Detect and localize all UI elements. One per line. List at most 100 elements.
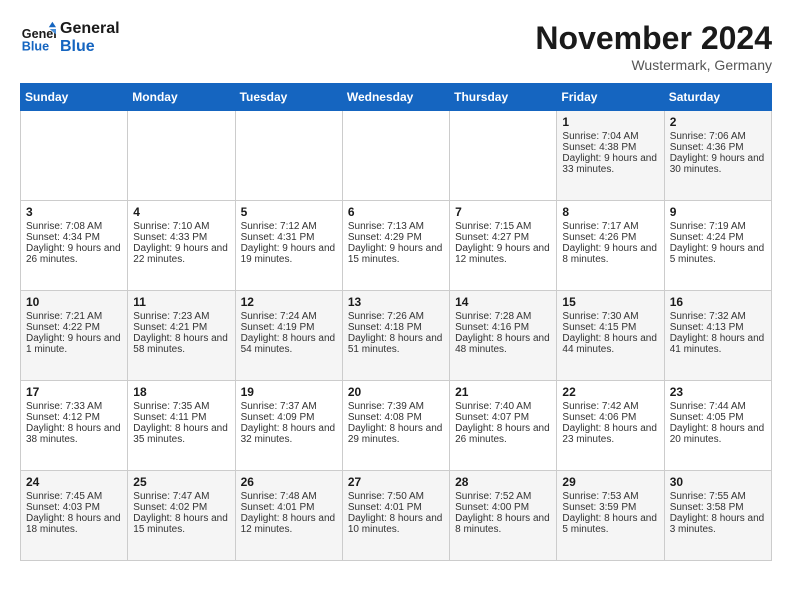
day-info: Sunset: 4:07 PM — [455, 412, 551, 423]
day-info: Sunset: 4:00 PM — [455, 502, 551, 513]
calendar-cell: 30Sunrise: 7:55 AMSunset: 3:58 PMDayligh… — [664, 471, 771, 561]
calendar-cell: 24Sunrise: 7:45 AMSunset: 4:03 PMDayligh… — [21, 471, 128, 561]
day-info: Daylight: 9 hours and 22 minutes. — [133, 243, 229, 265]
calendar-cell: 10Sunrise: 7:21 AMSunset: 4:22 PMDayligh… — [21, 291, 128, 381]
day-number: 19 — [241, 385, 337, 399]
day-info: Daylight: 9 hours and 30 minutes. — [670, 153, 766, 175]
day-info: Sunset: 4:01 PM — [241, 502, 337, 513]
day-info: Sunset: 4:33 PM — [133, 232, 229, 243]
day-number: 8 — [562, 205, 658, 219]
day-info: Sunset: 4:38 PM — [562, 142, 658, 153]
calendar-cell — [21, 111, 128, 201]
col-header-sunday: Sunday — [21, 84, 128, 111]
day-number: 9 — [670, 205, 766, 219]
calendar-cell: 18Sunrise: 7:35 AMSunset: 4:11 PMDayligh… — [128, 381, 235, 471]
day-number: 29 — [562, 475, 658, 489]
day-info: Daylight: 8 hours and 48 minutes. — [455, 333, 551, 355]
logo-line1: General — [60, 20, 120, 38]
calendar-cell: 8Sunrise: 7:17 AMSunset: 4:26 PMDaylight… — [557, 201, 664, 291]
day-info: Sunset: 3:59 PM — [562, 502, 658, 513]
calendar-cell: 22Sunrise: 7:42 AMSunset: 4:06 PMDayligh… — [557, 381, 664, 471]
day-info: Sunset: 4:03 PM — [26, 502, 122, 513]
day-number: 27 — [348, 475, 444, 489]
col-header-thursday: Thursday — [450, 84, 557, 111]
day-info: Daylight: 8 hours and 15 minutes. — [133, 513, 229, 535]
day-info: Sunrise: 7:47 AM — [133, 491, 229, 502]
day-info: Daylight: 9 hours and 5 minutes. — [670, 243, 766, 265]
day-info: Daylight: 8 hours and 23 minutes. — [562, 423, 658, 445]
day-info: Daylight: 8 hours and 54 minutes. — [241, 333, 337, 355]
day-number: 28 — [455, 475, 551, 489]
calendar-cell: 3Sunrise: 7:08 AMSunset: 4:34 PMDaylight… — [21, 201, 128, 291]
svg-text:Blue: Blue — [22, 40, 49, 54]
day-info: Daylight: 8 hours and 3 minutes. — [670, 513, 766, 535]
day-info: Daylight: 8 hours and 35 minutes. — [133, 423, 229, 445]
calendar-cell: 29Sunrise: 7:53 AMSunset: 3:59 PMDayligh… — [557, 471, 664, 561]
calendar-cell: 15Sunrise: 7:30 AMSunset: 4:15 PMDayligh… — [557, 291, 664, 381]
day-info: Sunset: 4:16 PM — [455, 322, 551, 333]
calendar-cell: 25 Sunrise: 7:47 AMSunset: 4:02 PMDayligh… — [128, 471, 235, 561]
logo-line2: Blue — [60, 38, 120, 56]
day-info: Sunrise: 7:24 AM — [241, 311, 337, 322]
day-number: 1 — [562, 115, 658, 129]
day-info: Sunrise: 7:10 AM — [133, 221, 229, 232]
day-info: Daylight: 9 hours and 33 minutes. — [562, 153, 658, 175]
calendar-cell: 26Sunrise: 7:48 AMSunset: 4:01 PMDayligh… — [235, 471, 342, 561]
day-info: Sunset: 4:22 PM — [26, 322, 122, 333]
calendar-cell: 4 Sunrise: 7:10 AMSunset: 4:33 PMDaylight… — [128, 201, 235, 291]
day-info: Sunrise: 7:55 AM — [670, 491, 766, 502]
day-info: Sunrise: 7:13 AM — [348, 221, 444, 232]
day-info: Daylight: 8 hours and 18 minutes. — [26, 513, 122, 535]
logo: General Blue General Blue — [20, 20, 120, 57]
day-info: Sunset: 4:01 PM — [348, 502, 444, 513]
day-number: 25 — [133, 475, 229, 489]
day-info: Sunrise: 7:50 AM — [348, 491, 444, 502]
day-number: 2 — [670, 115, 766, 129]
day-number: 4 — [133, 205, 229, 219]
day-info: Daylight: 9 hours and 12 minutes. — [455, 243, 551, 265]
day-info: Daylight: 8 hours and 58 minutes. — [133, 333, 229, 355]
day-info: Sunrise: 7:08 AM — [26, 221, 122, 232]
calendar-cell: 13Sunrise: 7:26 AMSunset: 4:18 PMDayligh… — [342, 291, 449, 381]
calendar-cell: 7Sunrise: 7:15 AMSunset: 4:27 PMDaylight… — [450, 201, 557, 291]
title-block: November 2024 Wustermark, Germany — [535, 20, 772, 73]
day-info: Sunrise: 7:39 AM — [348, 401, 444, 412]
day-info: Sunrise: 7:28 AM — [455, 311, 551, 322]
day-info: Sunrise: 7:12 AM — [241, 221, 337, 232]
day-number: 22 — [562, 385, 658, 399]
day-info: Sunset: 4:11 PM — [133, 412, 229, 423]
day-info: Sunrise: 7:45 AM — [26, 491, 122, 502]
day-info: Sunset: 4:24 PM — [670, 232, 766, 243]
day-info: Daylight: 9 hours and 15 minutes. — [348, 243, 444, 265]
day-number: 23 — [670, 385, 766, 399]
day-info: Daylight: 9 hours and 26 minutes. — [26, 243, 122, 265]
day-info: Sunrise: 7:26 AM — [348, 311, 444, 322]
day-info: Sunset: 4:36 PM — [670, 142, 766, 153]
calendar-cell: 21Sunrise: 7:40 AMSunset: 4:07 PMDayligh… — [450, 381, 557, 471]
day-info: Daylight: 9 hours and 8 minutes. — [562, 243, 658, 265]
calendar-cell — [450, 111, 557, 201]
day-number: 26 — [241, 475, 337, 489]
col-header-saturday: Saturday — [664, 84, 771, 111]
day-number: 30 — [670, 475, 766, 489]
day-info: Sunset: 4:06 PM — [562, 412, 658, 423]
day-info: Daylight: 8 hours and 8 minutes. — [455, 513, 551, 535]
day-info: Sunset: 4:27 PM — [455, 232, 551, 243]
month-title: November 2024 — [535, 20, 772, 57]
day-number: 16 — [670, 295, 766, 309]
day-number: 18 — [133, 385, 229, 399]
calendar-cell: 28Sunrise: 7:52 AMSunset: 4:00 PMDayligh… — [450, 471, 557, 561]
day-number: 10 — [26, 295, 122, 309]
calendar-cell — [342, 111, 449, 201]
calendar-cell: 16Sunrise: 7:32 AMSunset: 4:13 PMDayligh… — [664, 291, 771, 381]
day-info: Daylight: 8 hours and 44 minutes. — [562, 333, 658, 355]
day-info: Daylight: 9 hours and 1 minute. — [26, 333, 122, 355]
day-number: 20 — [348, 385, 444, 399]
day-info: Sunset: 4:02 PM — [133, 502, 229, 513]
day-info: Sunset: 4:13 PM — [670, 322, 766, 333]
day-info: Sunrise: 7:04 AM — [562, 131, 658, 142]
day-info: Daylight: 8 hours and 26 minutes. — [455, 423, 551, 445]
day-info: Sunset: 4:08 PM — [348, 412, 444, 423]
day-info: Daylight: 8 hours and 5 minutes. — [562, 513, 658, 535]
day-info: Daylight: 9 hours and 19 minutes. — [241, 243, 337, 265]
